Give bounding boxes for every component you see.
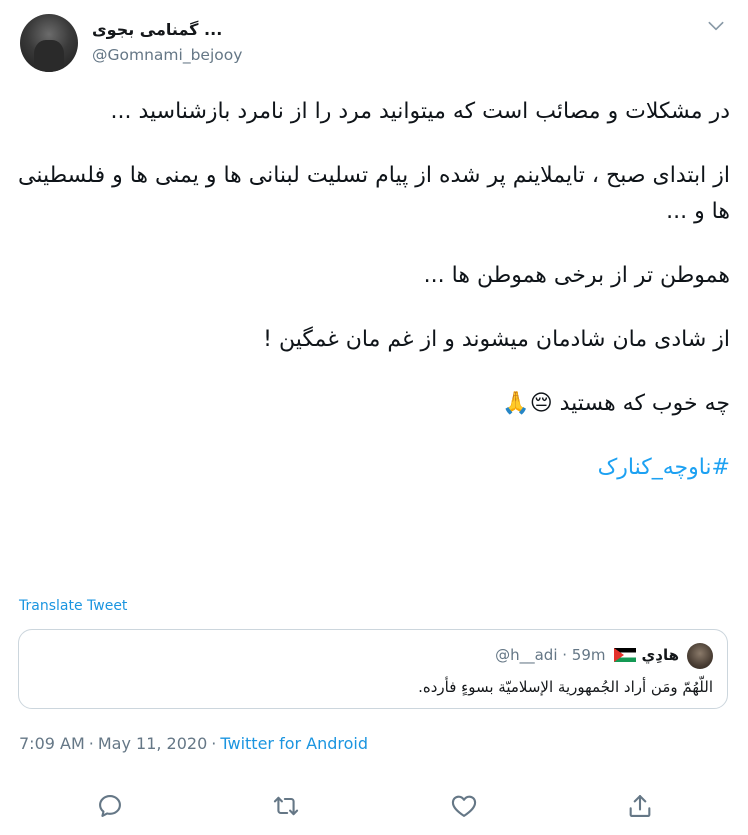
tweet-meta: 7:09 AM · May 11, 2020 · Twitter for Android (19, 734, 368, 753)
author-handle[interactable]: @Gomnami_bejooy (92, 46, 242, 64)
tweet-paragraph: در مشکلات و مصائب است که میتوانید مرد را… (110, 99, 730, 124)
quoted-display-name: هادِي (641, 646, 679, 664)
quoted-tweet[interactable]: هادِي @h__adi · 59m اللّهُمّ ومَن أراد ا… (18, 629, 728, 709)
tweet-paragraph: از شادی مان شادمان میشوند و از غم مان غم… (263, 327, 730, 352)
tweet-paragraph-last: چه خوب که هستید 😔🙏 (18, 386, 730, 422)
reply-icon[interactable] (96, 792, 124, 820)
quoted-time: · 59m (562, 646, 606, 664)
hashtag-link[interactable]: #ناوچه_کنارک (598, 455, 730, 480)
meta-separator: · (211, 734, 217, 753)
quoted-avatar[interactable] (687, 643, 713, 669)
emoji-sad-pray: 😔🙏 (502, 391, 553, 416)
heart-icon[interactable] (450, 792, 478, 820)
quoted-handle: @h__adi (495, 646, 558, 664)
meta-separator: · (88, 734, 94, 753)
avatar[interactable] (20, 14, 78, 72)
translate-tweet-link[interactable]: Translate Tweet (19, 598, 127, 614)
tweet-time[interactable]: 7:09 AM (19, 734, 85, 753)
palestine-flag-icon (613, 648, 636, 662)
quoted-text: اللّهُمّ ومَن أراد الجُمهورية الإسلاميّة… (418, 678, 713, 696)
action-bar (0, 790, 748, 824)
tweet-paragraph: هموطن تر از برخی هموطن ها ... (423, 263, 730, 288)
chevron-down-icon[interactable] (706, 16, 726, 36)
retweet-icon[interactable] (272, 792, 300, 820)
quoted-handle-time: @h__adi · 59m (495, 646, 605, 664)
quoted-header: هادِي @h__adi · 59m (495, 646, 679, 664)
tweet-text: در مشکلات و مصائب است که میتوانید مرد را… (18, 94, 730, 514)
tweet-paragraph-text: چه خوب که هستید (559, 391, 730, 416)
tweet-source-link[interactable]: Twitter for Android (220, 734, 368, 753)
tweet-paragraph: از ابتدای صبح ، تایملاینم پر شده از پیام… (18, 163, 730, 224)
tweet-date[interactable]: May 11, 2020 (98, 734, 207, 753)
share-icon[interactable] (626, 792, 654, 820)
hashtag-line: #ناوچه_کنارک (18, 450, 730, 486)
author-display-name[interactable]: گمنامی بجوی ... (92, 20, 222, 39)
